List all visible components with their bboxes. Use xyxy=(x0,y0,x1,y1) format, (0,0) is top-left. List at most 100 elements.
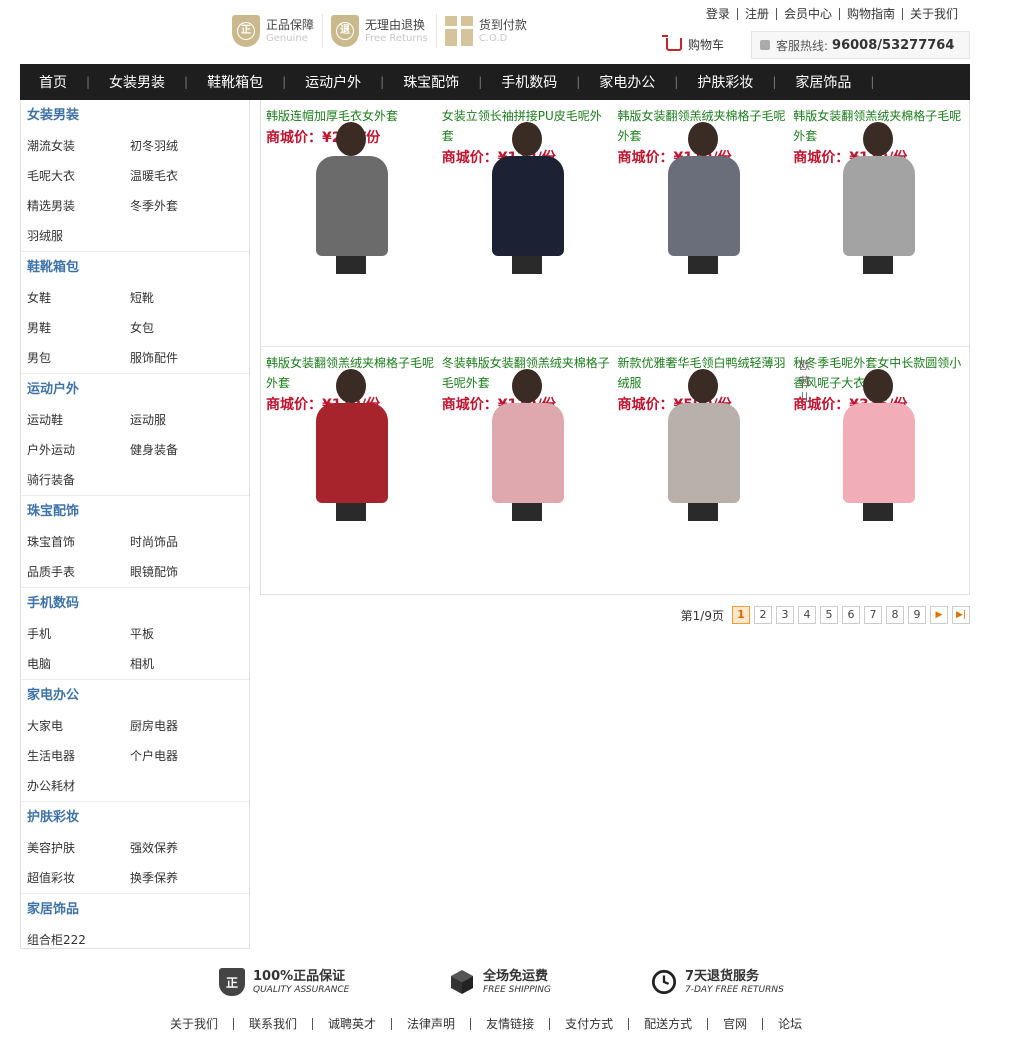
nav-item-shoes-bags[interactable]: 鞋靴箱包 xyxy=(188,64,282,100)
footer-link-contact[interactable]: 联系我们 xyxy=(233,1018,312,1030)
category-link[interactable]: 电脑 xyxy=(27,649,130,679)
page-link[interactable]: 7 xyxy=(864,606,882,624)
nav-item-sports[interactable]: 运动户外 xyxy=(286,64,380,100)
category-title[interactable]: 护肤彩妆 xyxy=(27,810,79,825)
service-returns: 7天退货服务 7-DAY FREE RETURNS xyxy=(651,968,784,996)
category-link[interactable]: 运动鞋 xyxy=(27,405,130,435)
category-link[interactable]: 骑行装备 xyxy=(27,465,130,495)
register-link[interactable]: 注册 xyxy=(736,8,776,20)
nav-item-beauty[interactable]: 护肤彩妆 xyxy=(678,64,772,100)
nav-item-digital[interactable]: 手机数码 xyxy=(482,64,576,100)
category-link[interactable]: 平板 xyxy=(130,619,233,649)
hotline-box: 客服热线: 96008/53277764 xyxy=(751,31,970,59)
category-group: 珠宝配饰 珠宝首饰 时尚饰品 品质手表 眼镜配饰 xyxy=(21,496,249,588)
category-link[interactable]: 办公耗材 xyxy=(27,771,130,801)
category-title[interactable]: 女装男装 xyxy=(27,108,79,123)
guarantee-sub: Genuine xyxy=(266,32,308,44)
service-title: 100%正品保证 xyxy=(253,968,346,984)
page-link[interactable]: 5 xyxy=(820,606,838,624)
category-link[interactable]: 女包 xyxy=(130,313,233,343)
page-link[interactable]: 4 xyxy=(798,606,816,624)
footer-link-payment[interactable]: 支付方式 xyxy=(549,1018,628,1030)
category-link[interactable]: 时尚饰品 xyxy=(130,527,233,557)
page-link[interactable]: 2 xyxy=(754,606,772,624)
footer-link-about[interactable]: 关于我们 xyxy=(170,1018,233,1030)
category-link[interactable]: 生活电器 xyxy=(27,741,130,771)
category-link[interactable]: 温暖毛衣 xyxy=(130,161,233,191)
nav-item-fashion[interactable]: 女装男装 xyxy=(90,64,184,100)
category-link[interactable]: 超值彩妆 xyxy=(27,863,130,893)
category-link[interactable]: 短靴 xyxy=(130,283,233,313)
category-link[interactable]: 男鞋 xyxy=(27,313,130,343)
category-link[interactable]: 品质手表 xyxy=(27,557,130,587)
page-link-current[interactable]: 1 xyxy=(732,606,750,624)
footer-link-forum[interactable]: 论坛 xyxy=(762,1018,817,1030)
category-link[interactable]: 眼镜配饰 xyxy=(130,557,233,587)
cart-button[interactable]: 购物车 xyxy=(662,35,725,53)
login-link[interactable]: 登录 xyxy=(699,8,737,20)
category-link[interactable]: 美容护肤 xyxy=(27,833,130,863)
nav-item-jewelry[interactable]: 珠宝配饰 xyxy=(384,64,478,100)
next-page-icon[interactable]: ▶ xyxy=(930,606,948,624)
footer-links: 关于我们 联系我们 诚聘英才 法律声明 友情链接 支付方式 配送方式 官网 论坛 xyxy=(170,1018,817,1030)
category-link[interactable]: 户外运动 xyxy=(27,435,130,465)
category-title[interactable]: 运动户外 xyxy=(27,382,79,397)
nav-item-home-decor[interactable]: 家居饰品 xyxy=(776,64,870,100)
product-card: 欧茜儿 秋冬季毛呢外套女中长款圆领小香风呢子大衣 商城价：¥336/份 xyxy=(793,351,969,593)
guarantee-bar: 正 正品保障 Genuine 退 无理由退换 Free Returns 货到付款 C.… xyxy=(232,14,543,50)
footer-link-delivery[interactable]: 配送方式 xyxy=(628,1018,707,1030)
category-title[interactable]: 家居饰品 xyxy=(27,902,79,917)
category-link[interactable]: 手机 xyxy=(27,619,130,649)
page-link[interactable]: 9 xyxy=(908,606,926,624)
category-link[interactable]: 强效保养 xyxy=(130,833,233,863)
cart-icon xyxy=(662,35,682,51)
category-link[interactable]: 男包 xyxy=(27,343,130,373)
phone-icon xyxy=(760,40,770,50)
category-group: 运动户外 运动鞋 运动服 户外运动 健身装备 骑行装备 xyxy=(21,374,249,496)
footer-link-official[interactable]: 官网 xyxy=(707,1018,762,1030)
category-title[interactable]: 珠宝配饰 xyxy=(27,504,79,519)
hotline-label: 客服热线: xyxy=(776,38,829,53)
page-link[interactable]: 8 xyxy=(886,606,904,624)
nav-item-home[interactable]: 首页 xyxy=(20,64,86,100)
category-link[interactable]: 精选男装 xyxy=(27,191,130,221)
category-link[interactable]: 初冬羽绒 xyxy=(130,131,233,161)
cart-label: 购物车 xyxy=(688,38,725,52)
category-link[interactable]: 运动服 xyxy=(130,405,233,435)
category-link[interactable]: 相机 xyxy=(130,649,233,679)
product-card: 韩版女装翻领羔绒夹棉格子毛呢外套 商城价：¥119/份 xyxy=(266,351,442,593)
last-page-icon[interactable]: ▶| xyxy=(952,606,970,624)
category-link[interactable]: 健身装备 xyxy=(130,435,233,465)
page-link[interactable]: 3 xyxy=(776,606,794,624)
footer-link-legal[interactable]: 法律声明 xyxy=(391,1018,470,1030)
category-link[interactable]: 服饰配件 xyxy=(130,343,233,373)
service-subtitle: 7-DAY FREE RETURNS xyxy=(685,984,784,995)
category-link[interactable]: 女鞋 xyxy=(27,283,130,313)
category-link[interactable]: 大家电 xyxy=(27,711,130,741)
category-group: 护肤彩妆 美容护肤 强效保养 超值彩妆 换季保养 xyxy=(21,802,249,894)
shopping-guide-link[interactable]: 购物指南 xyxy=(838,8,902,20)
category-link[interactable]: 毛呢大衣 xyxy=(27,161,130,191)
nav-item-appliances[interactable]: 家电办公 xyxy=(580,64,674,100)
category-link[interactable]: 潮流女装 xyxy=(27,131,130,161)
service-shipping: 全场免运费 FREE SHIPPING xyxy=(449,968,551,996)
category-title[interactable]: 手机数码 xyxy=(27,596,79,611)
footer-link-careers[interactable]: 诚聘英才 xyxy=(312,1018,391,1030)
category-link[interactable]: 厨房电器 xyxy=(130,711,233,741)
page-info: 第1/9页 xyxy=(680,608,724,623)
main-nav: 首页 | 女装男装 | 鞋靴箱包 | 运动户外 | 珠宝配饰 | 手机数码 | 家电办公 | … xyxy=(20,64,970,100)
service-title: 全场免运费 xyxy=(483,968,549,984)
category-link[interactable]: 冬季外套 xyxy=(130,191,233,221)
page-link[interactable]: 6 xyxy=(842,606,860,624)
category-link[interactable]: 组合柜222 xyxy=(27,925,130,955)
category-link[interactable]: 珠宝首饰 xyxy=(27,527,130,557)
category-title[interactable]: 家电办公 xyxy=(27,688,79,703)
member-center-link[interactable]: 会员中心 xyxy=(775,8,839,20)
footer-services: 正 100%正品保证 QUALITY ASSURANCE 全场免运费 FREE SH… xyxy=(0,968,1013,1008)
about-us-link[interactable]: 关于我们 xyxy=(901,8,965,20)
footer-link-friends[interactable]: 友情链接 xyxy=(470,1018,549,1030)
category-link[interactable]: 换季保养 xyxy=(130,863,233,893)
category-link[interactable]: 个户电器 xyxy=(130,741,233,771)
category-link[interactable]: 羽绒服 xyxy=(27,221,130,251)
category-title[interactable]: 鞋靴箱包 xyxy=(27,260,79,275)
